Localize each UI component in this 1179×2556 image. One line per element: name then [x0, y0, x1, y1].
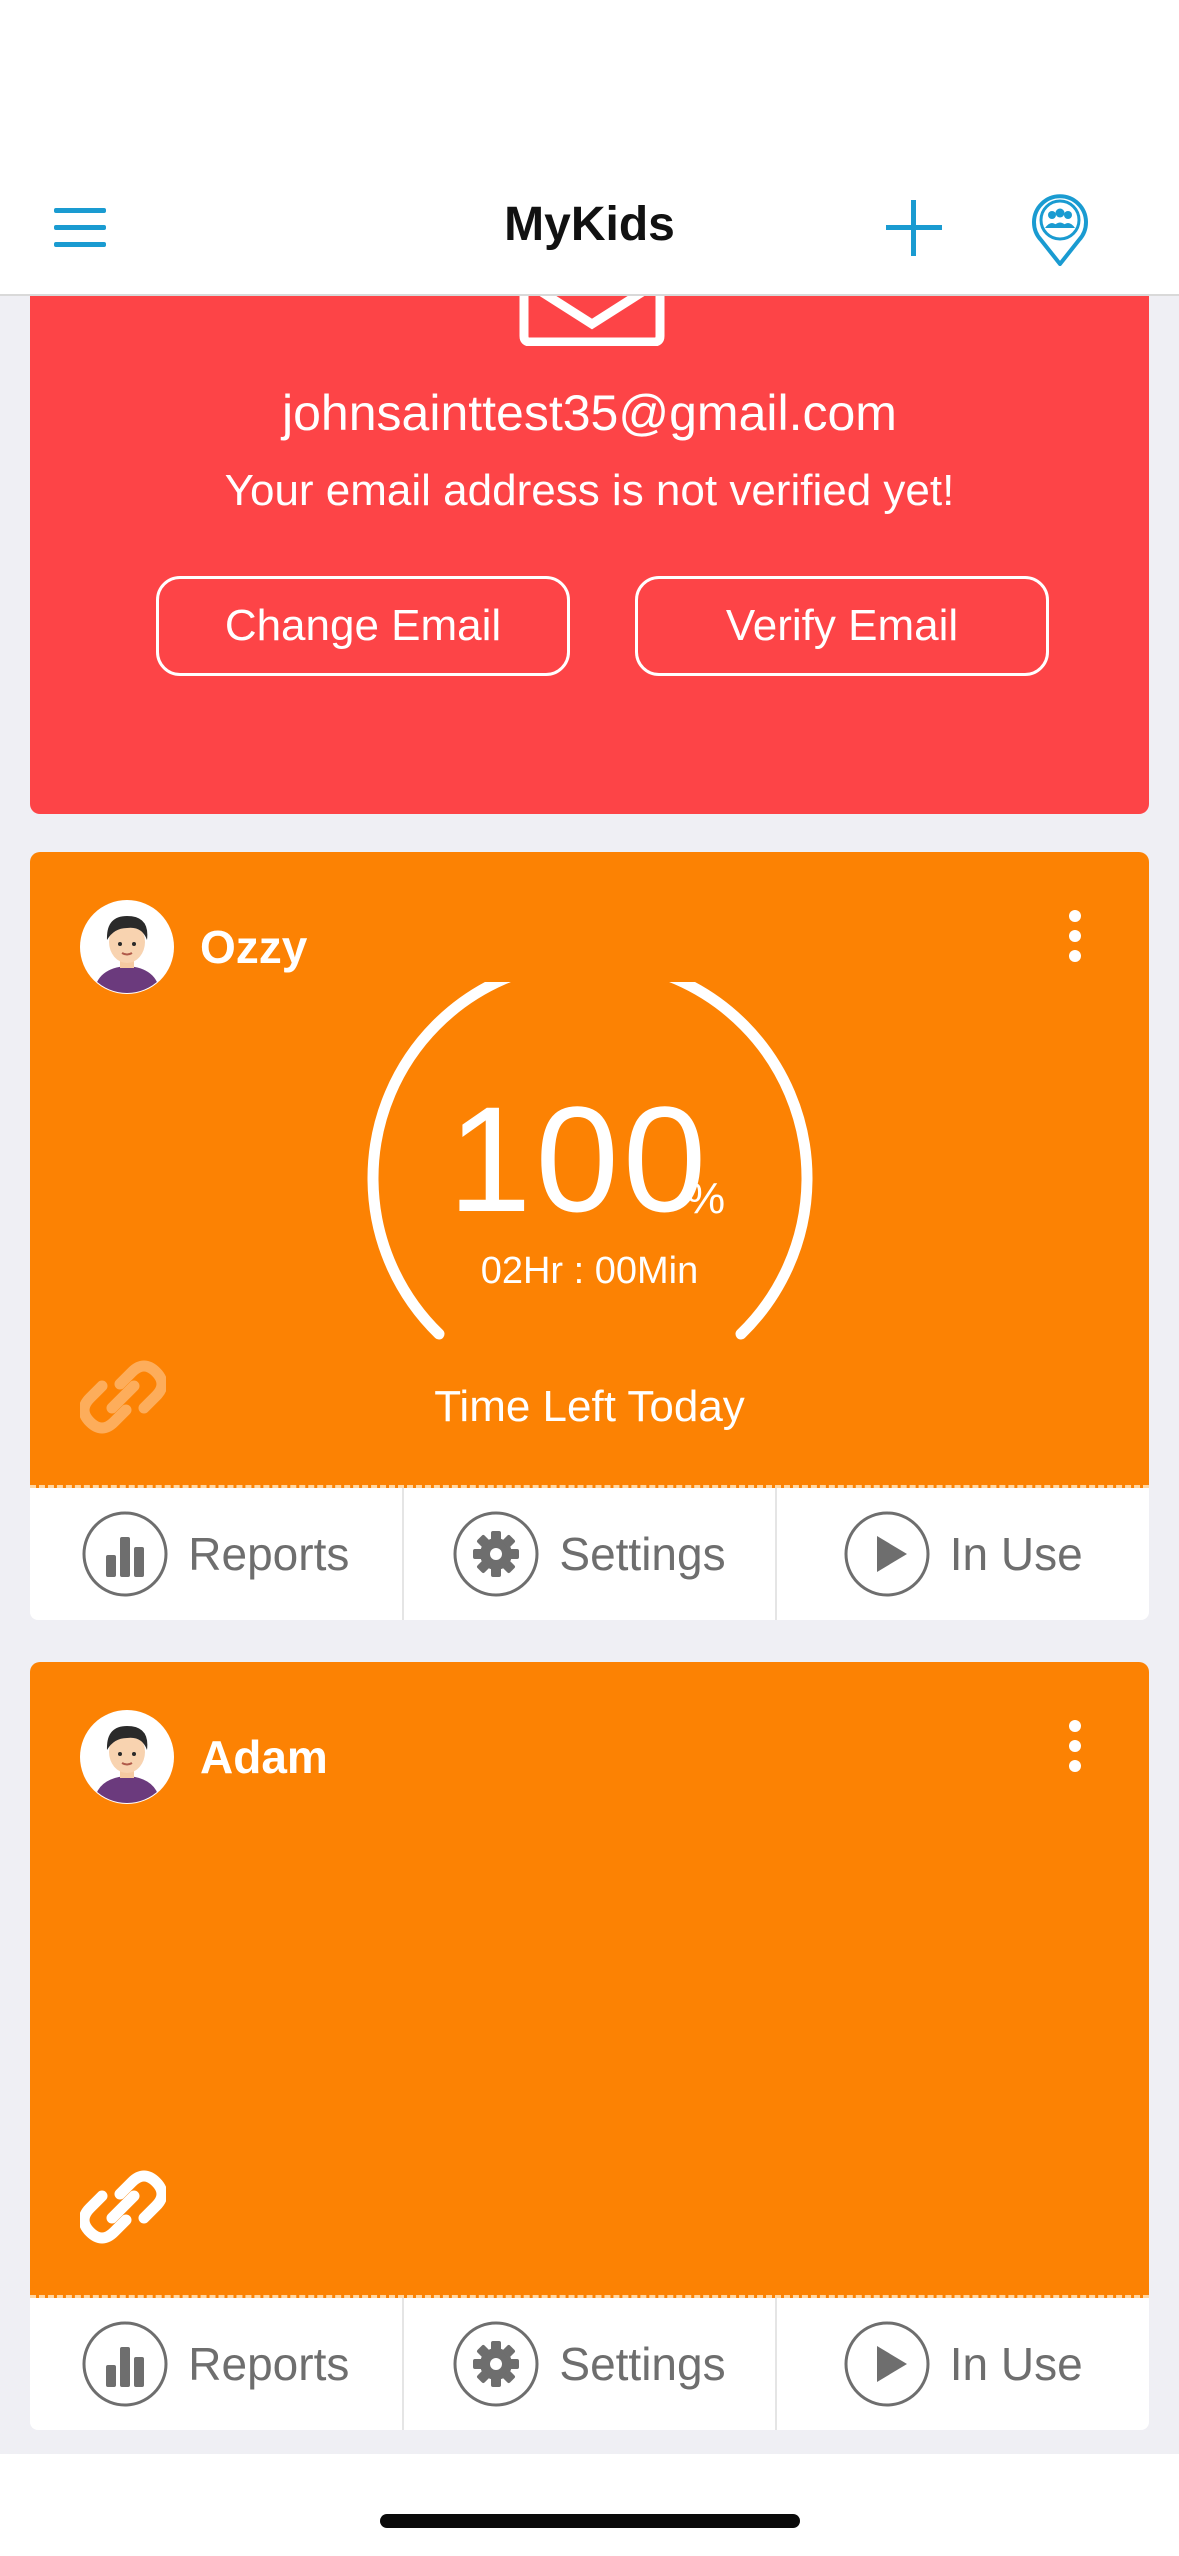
bottom-safe-area: [0, 2454, 1179, 2556]
screen: MyKids johnsainttest35@gmail.com Your em…: [0, 0, 1179, 2556]
percent-symbol: %: [686, 1174, 726, 1223]
email-warning-text: Your email address is not verified yet!: [224, 466, 955, 515]
more-options-icon[interactable]: [1066, 908, 1084, 964]
gear-icon: [453, 1511, 539, 1597]
time-left-value: 02Hr : 00Min: [480, 1250, 699, 1292]
reports-button[interactable]: Reports: [30, 1488, 404, 1620]
time-left-percent: 100: [448, 1075, 711, 1243]
link-icon[interactable]: [80, 2164, 166, 2250]
in-use-button[interactable]: In Use: [777, 2298, 1149, 2430]
reports-button[interactable]: Reports: [30, 2298, 404, 2430]
page-title: MyKids: [504, 198, 675, 251]
link-icon[interactable]: [80, 1354, 166, 1440]
avatar: [80, 1710, 174, 1804]
in-use-label: In Use: [949, 2338, 1083, 2390]
reports-label: Reports: [188, 1528, 350, 1580]
in-use-label: In Use: [949, 1528, 1083, 1580]
time-left-caption: Time Left Today: [434, 1382, 745, 1431]
top-nav-bar: MyKids: [0, 190, 1179, 296]
kid-actions-bar: Reports Settings In Use: [30, 2298, 1149, 2430]
settings-label: Settings: [559, 1528, 726, 1580]
home-indicator[interactable]: [380, 2514, 800, 2528]
verify-email-button[interactable]: Verify Email: [635, 576, 1049, 676]
email-verification-banner: johnsainttest35@gmail.com Your email add…: [30, 294, 1149, 814]
kid-card-header[interactable]: Ozzy 100 % 02Hr : 00Min Time Left Today: [30, 852, 1149, 1488]
kid-card-adam: Adam Reports Settings In Use: [30, 1662, 1149, 2436]
status-bar-area: [0, 0, 1179, 190]
play-icon: [844, 2321, 930, 2407]
play-icon: [844, 1511, 930, 1597]
family-location-icon[interactable]: [1030, 190, 1090, 266]
kid-name: Adam: [200, 1731, 328, 1783]
settings-button[interactable]: Settings: [404, 2298, 778, 2430]
kid-card-ozzy: Ozzy 100 % 02Hr : 00Min Time Left Today: [30, 852, 1149, 1626]
settings-button[interactable]: Settings: [404, 1488, 778, 1620]
kid-name: Ozzy: [200, 921, 308, 973]
envelope-icon: [519, 294, 665, 346]
settings-label: Settings: [559, 2338, 726, 2390]
bar-chart-icon: [82, 1511, 168, 1597]
kid-actions-bar: Reports Settings In Use: [30, 1488, 1149, 1620]
kid-card-header[interactable]: Adam: [30, 1662, 1149, 2298]
avatar: [80, 900, 174, 994]
gear-icon: [453, 2321, 539, 2407]
more-options-icon[interactable]: [1066, 1718, 1084, 1774]
change-email-button[interactable]: Change Email: [156, 576, 570, 676]
bar-chart-icon: [82, 2321, 168, 2407]
plus-icon[interactable]: [884, 198, 944, 258]
reports-label: Reports: [188, 2338, 350, 2390]
in-use-button[interactable]: In Use: [777, 1488, 1149, 1620]
main-content: johnsainttest35@gmail.com Your email add…: [0, 294, 1179, 2454]
email-address: johnsainttest35@gmail.com: [282, 385, 897, 441]
